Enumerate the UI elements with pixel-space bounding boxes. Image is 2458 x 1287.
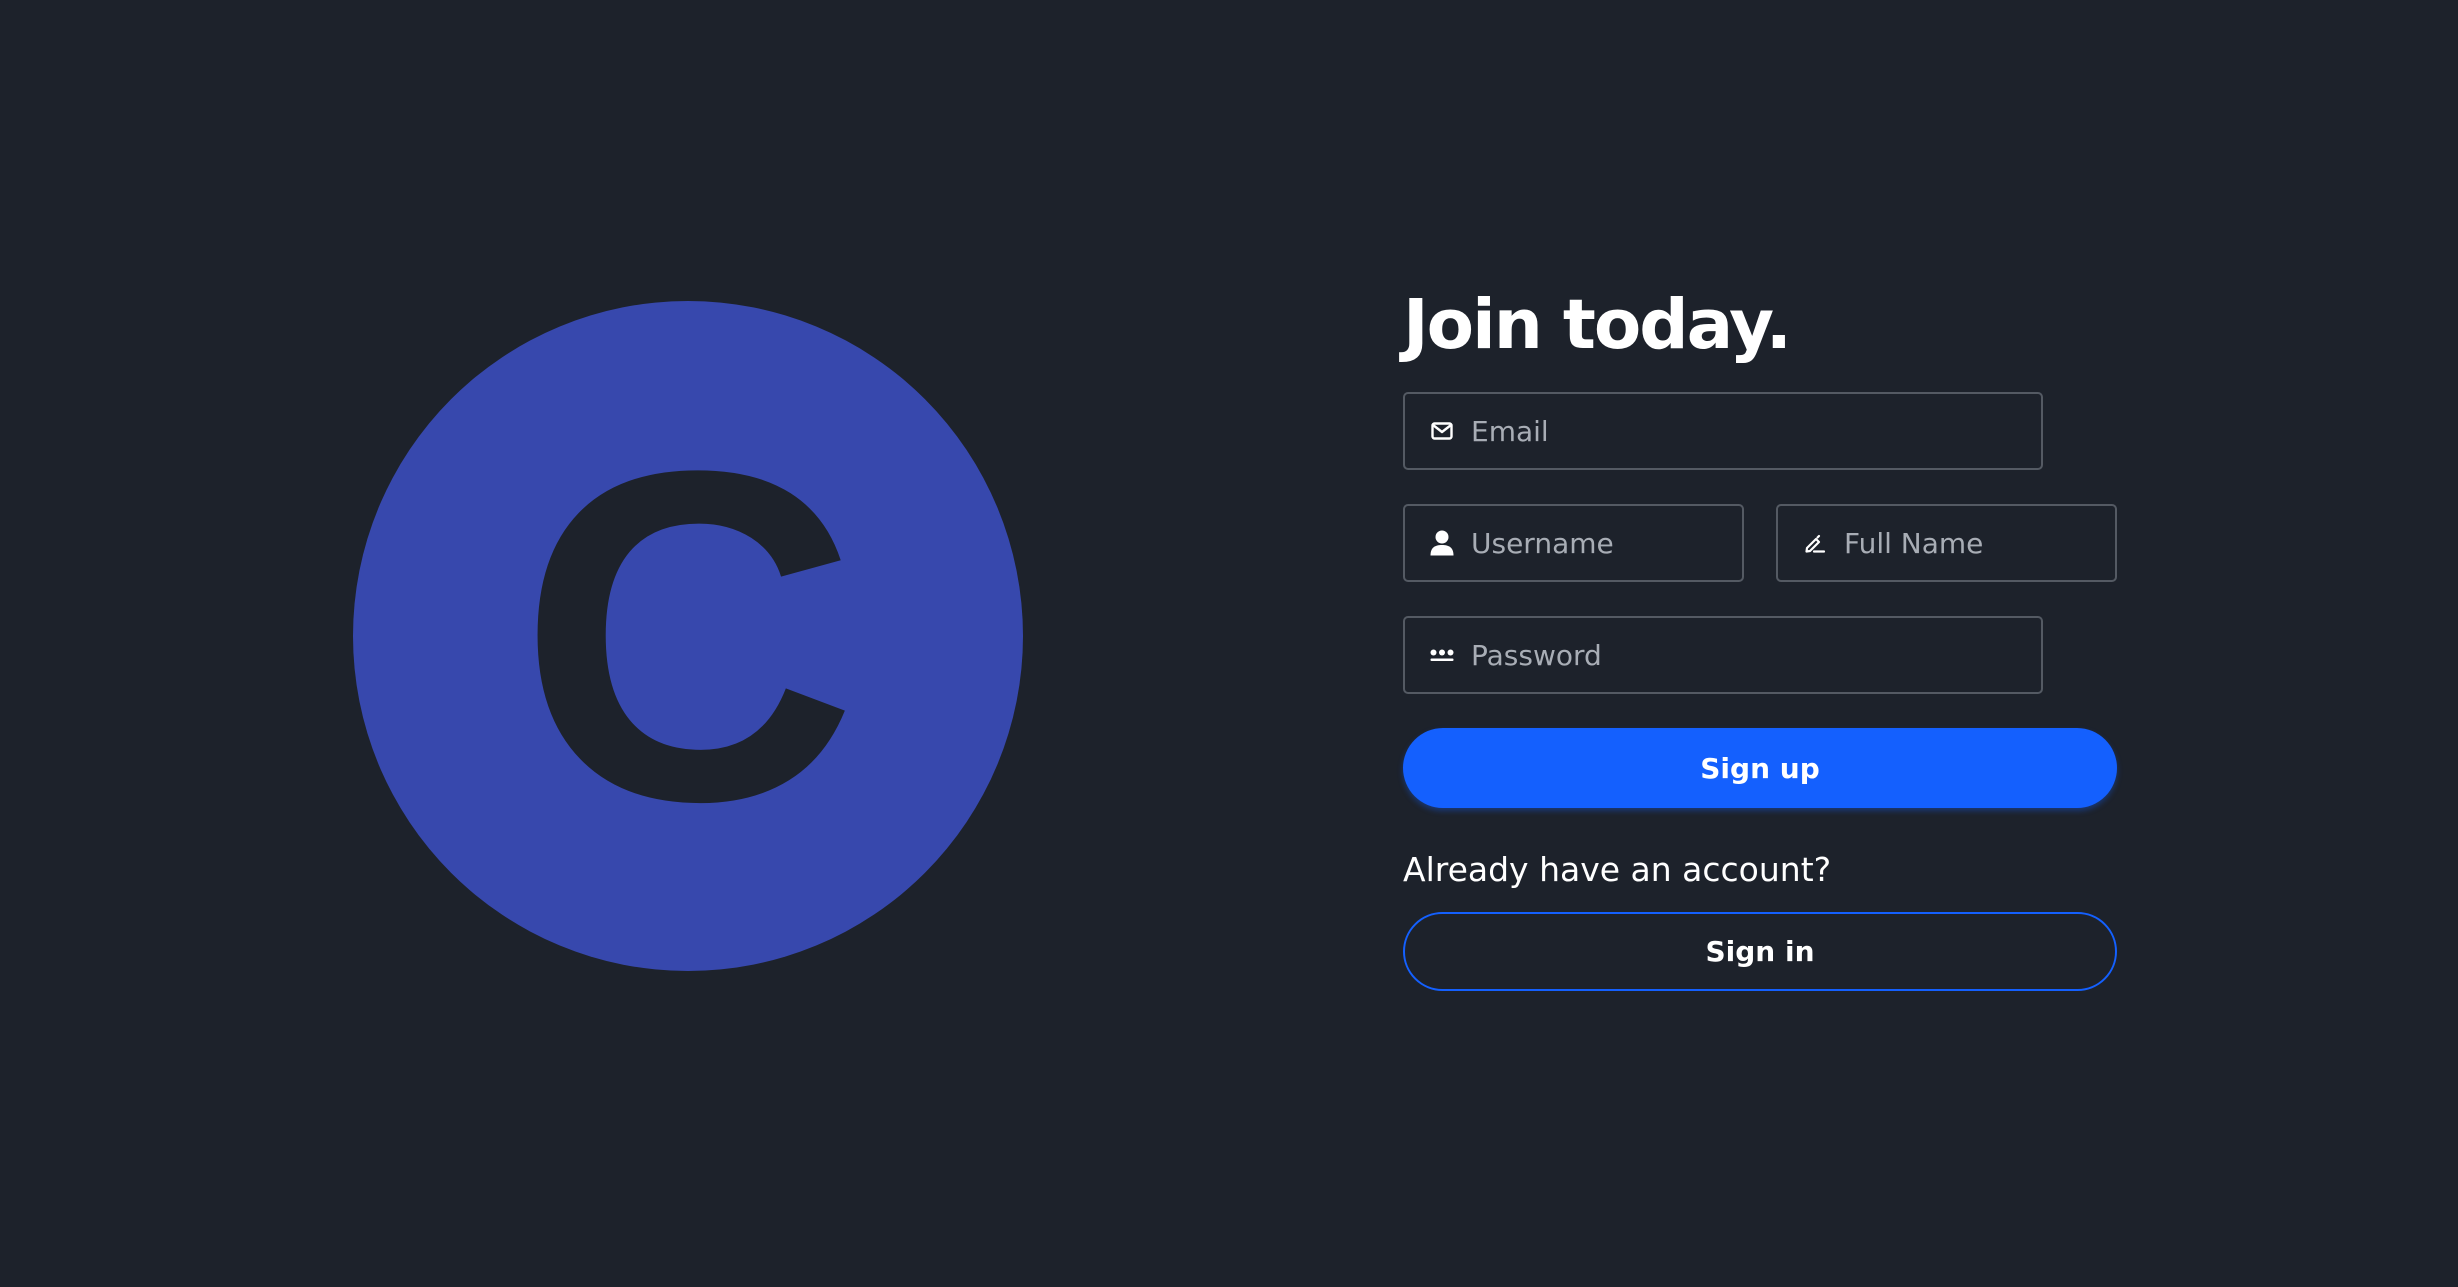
sign-in-button[interactable]: Sign in — [1403, 912, 2117, 991]
username-input[interactable] — [1455, 506, 1742, 580]
c-logo-icon: C — [353, 301, 1023, 971]
email-field[interactable] — [1403, 392, 2043, 470]
password-input[interactable] — [1455, 618, 2041, 692]
full-name-field[interactable] — [1776, 504, 2117, 582]
sign-up-button[interactable]: Sign up — [1403, 728, 2117, 808]
full-name-input[interactable] — [1828, 506, 2115, 580]
person-icon — [1429, 530, 1455, 556]
pencil-icon — [1802, 530, 1828, 556]
logo-letter: C — [518, 374, 857, 899]
signup-page: C Join today. Email Username Full Name S… — [0, 0, 2458, 1287]
brand-logo: C — [353, 301, 1023, 971]
page-title: Join today. — [1403, 285, 1792, 365]
email-input[interactable] — [1455, 394, 2041, 468]
username-field[interactable] — [1403, 504, 1744, 582]
dots-icon — [1429, 642, 1455, 668]
envelope-icon — [1429, 418, 1455, 444]
signin-prompt: Already have an account? — [1403, 850, 1832, 889]
password-field[interactable] — [1403, 616, 2043, 694]
